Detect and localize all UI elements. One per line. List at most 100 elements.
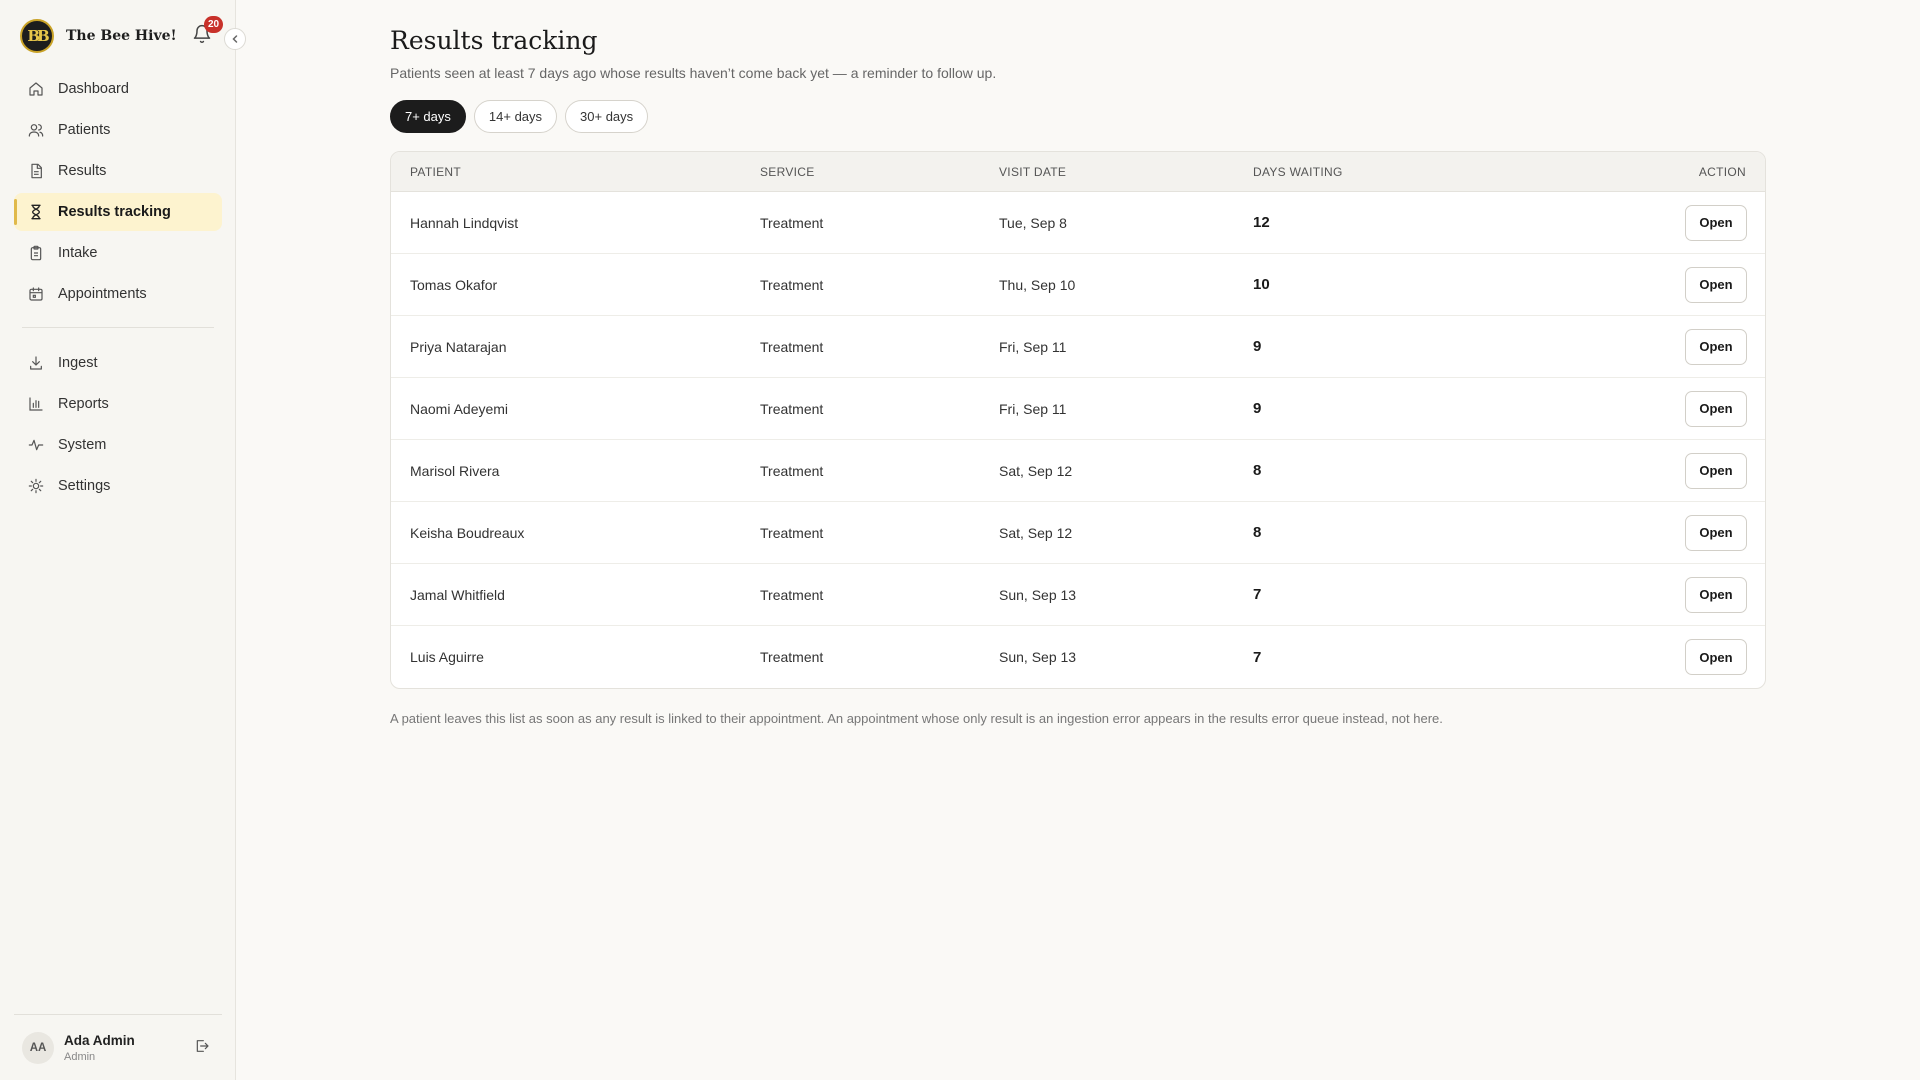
days-waiting: 7 xyxy=(1253,586,1262,603)
hourglass-icon xyxy=(31,204,41,220)
bar-chart-icon xyxy=(29,397,43,411)
sidebar: BB The Bee Hive! 20 Dashboard Patients R… xyxy=(0,0,246,1080)
notifications-button[interactable]: 20 xyxy=(192,16,224,46)
sidebar-item-label: Results xyxy=(58,163,107,179)
visit-date: Sun, Sep 13 xyxy=(999,649,1077,665)
days-waiting: 8 xyxy=(1253,524,1262,541)
filter-14-days[interactable]: 14+ days xyxy=(473,100,558,133)
service: Treatment xyxy=(760,462,824,479)
calendar-icon xyxy=(29,287,43,301)
sidebar-item-system[interactable]: System xyxy=(14,426,222,464)
sidebar-item-appointments[interactable]: Appointments xyxy=(14,275,222,313)
clipboard-icon xyxy=(30,245,42,261)
service: Treatment xyxy=(760,214,824,231)
sidebar-item-label: Patients xyxy=(58,122,111,138)
days-waiting: 7 xyxy=(1253,648,1262,666)
sidebar-item-intake[interactable]: Intake xyxy=(14,234,222,272)
table-row: Hannah Lindqvist Treatment Tue, Sep 8 12 Ope… xyxy=(391,192,1765,254)
sidebar-item-dashboard[interactable]: Dashboard xyxy=(14,70,222,108)
activity-icon xyxy=(28,439,44,451)
patient-name: Luis Aguirre xyxy=(410,649,484,665)
open-button[interactable]: Open xyxy=(1685,266,1747,303)
days-waiting: 9 xyxy=(1253,400,1262,417)
sidebar-divider xyxy=(22,327,214,328)
service: Treatment xyxy=(760,276,824,293)
sidebar-item-label: System xyxy=(58,437,107,453)
filter-30-days[interactable]: 30+ days xyxy=(565,100,649,133)
notification-badge: 20 xyxy=(204,16,224,33)
table-row: Priya Natarajan Treatment Fri, Sep 11 9 Open xyxy=(391,316,1765,378)
action-cell: Open xyxy=(1553,316,1765,377)
chevron-left-icon xyxy=(232,35,238,43)
table-body: Hannah Lindqvist Treatment Tue, Sep 8 12 Ope… xyxy=(391,192,1765,688)
sidebar-item-reports[interactable]: Reports xyxy=(14,385,222,423)
visit-date: Thu, Sep 10 xyxy=(999,276,1076,293)
logout-button[interactable] xyxy=(194,1038,212,1056)
patient-name: Priya Natarajan xyxy=(410,338,507,355)
page-title: Results tracking xyxy=(390,26,598,55)
sidebar-item-patients[interactable]: Patients xyxy=(14,111,222,149)
sidebar-item-label: Dashboard xyxy=(58,81,129,97)
patient-name: Tomas Okafor xyxy=(410,276,498,293)
open-button[interactable]: Open xyxy=(1685,390,1747,427)
patient-name: Naomi Adeyemi xyxy=(410,400,509,417)
open-button[interactable]: Open xyxy=(1685,452,1747,489)
open-button[interactable]: Open xyxy=(1685,576,1747,613)
open-button[interactable]: Open xyxy=(1685,204,1747,241)
action-cell: Open xyxy=(1553,254,1765,315)
sidebar-item-results-tracking[interactable]: Results tracking xyxy=(14,193,222,231)
column-header-days-waiting: DAYS WAITING xyxy=(1253,164,1343,179)
avatar[interactable]: AA xyxy=(22,1031,54,1064)
sidebar-item-label: Intake xyxy=(58,245,98,261)
table-header: PATIENT SERVICE VISIT DATE DAYS WAITING … xyxy=(391,152,1765,192)
service: Treatment xyxy=(760,524,824,541)
table-row: Marisol Rivera Treatment Sat, Sep 12 8 Open xyxy=(391,440,1765,502)
column-header-patient: PATIENT xyxy=(410,164,461,179)
footnote: A patient leaves this list as soon as an… xyxy=(390,711,1443,726)
table-row: Jamal Whitfield Treatment Sun, Sep 13 7 Open xyxy=(391,564,1765,626)
user-info: Ada Admin Admin xyxy=(64,1033,135,1063)
action-cell: Open xyxy=(1553,440,1765,501)
sidebar-item-label: Settings xyxy=(58,478,111,494)
table-row: Luis Aguirre Treatment Sun, Sep 13 7 Open xyxy=(391,626,1765,688)
visit-date: Fri, Sep 11 xyxy=(999,338,1067,355)
service: Treatment xyxy=(760,400,824,417)
sidebar-nav: Dashboard Patients Results Results track… xyxy=(14,70,222,508)
service: Treatment xyxy=(760,586,824,603)
results-tracking-table: PATIENT SERVICE VISIT DATE DAYS WAITING … xyxy=(390,151,1766,689)
column-header-service: SERVICE xyxy=(760,164,815,179)
visit-date: Sun, Sep 13 xyxy=(999,586,1077,603)
patient-name: Jamal Whitfield xyxy=(410,586,505,603)
sun-gear-icon xyxy=(28,478,44,494)
service: Treatment xyxy=(760,649,824,665)
home-icon xyxy=(29,82,43,96)
logo: BB xyxy=(20,19,54,53)
visit-date: Sat, Sep 12 xyxy=(999,524,1073,541)
days-waiting: 12 xyxy=(1253,214,1270,231)
logout-icon xyxy=(196,1040,209,1052)
brand-name: The Bee Hive! xyxy=(66,28,177,44)
open-button[interactable]: Open xyxy=(1685,639,1747,675)
brand[interactable]: BB The Bee Hive! xyxy=(20,18,177,54)
table-row: Tomas Okafor Treatment Thu, Sep 10 10 Open xyxy=(391,254,1765,316)
sidebar-item-results[interactable]: Results xyxy=(14,152,222,190)
document-icon xyxy=(31,163,42,179)
action-cell: Open xyxy=(1553,626,1765,688)
sidebar-item-ingest[interactable]: Ingest xyxy=(14,344,222,382)
filter-7-days[interactable]: 7+ days xyxy=(390,100,466,133)
table-row: Naomi Adeyemi Treatment Fri, Sep 11 9 Open xyxy=(391,378,1765,440)
sidebar-item-label: Reports xyxy=(58,396,109,412)
sidebar-item-settings[interactable]: Settings xyxy=(14,467,222,505)
open-button[interactable]: Open xyxy=(1685,514,1747,551)
visit-date: Tue, Sep 8 xyxy=(999,214,1067,231)
open-button[interactable]: Open xyxy=(1685,328,1747,365)
user-role: Admin xyxy=(64,1050,96,1063)
days-waiting: 9 xyxy=(1253,338,1262,355)
table-row: Keisha Boudreaux Treatment Sat, Sep 12 8 Ope… xyxy=(391,502,1765,564)
page-subtitle: Patients seen at least 7 days ago whose … xyxy=(390,65,997,81)
days-filter-group: 7+ days 14+ days 30+ days xyxy=(390,100,649,133)
collapse-sidebar-button[interactable] xyxy=(224,28,246,50)
column-header-action: ACTION xyxy=(1553,152,1765,191)
visit-date: Fri, Sep 11 xyxy=(999,400,1067,417)
days-waiting: 8 xyxy=(1253,462,1262,479)
